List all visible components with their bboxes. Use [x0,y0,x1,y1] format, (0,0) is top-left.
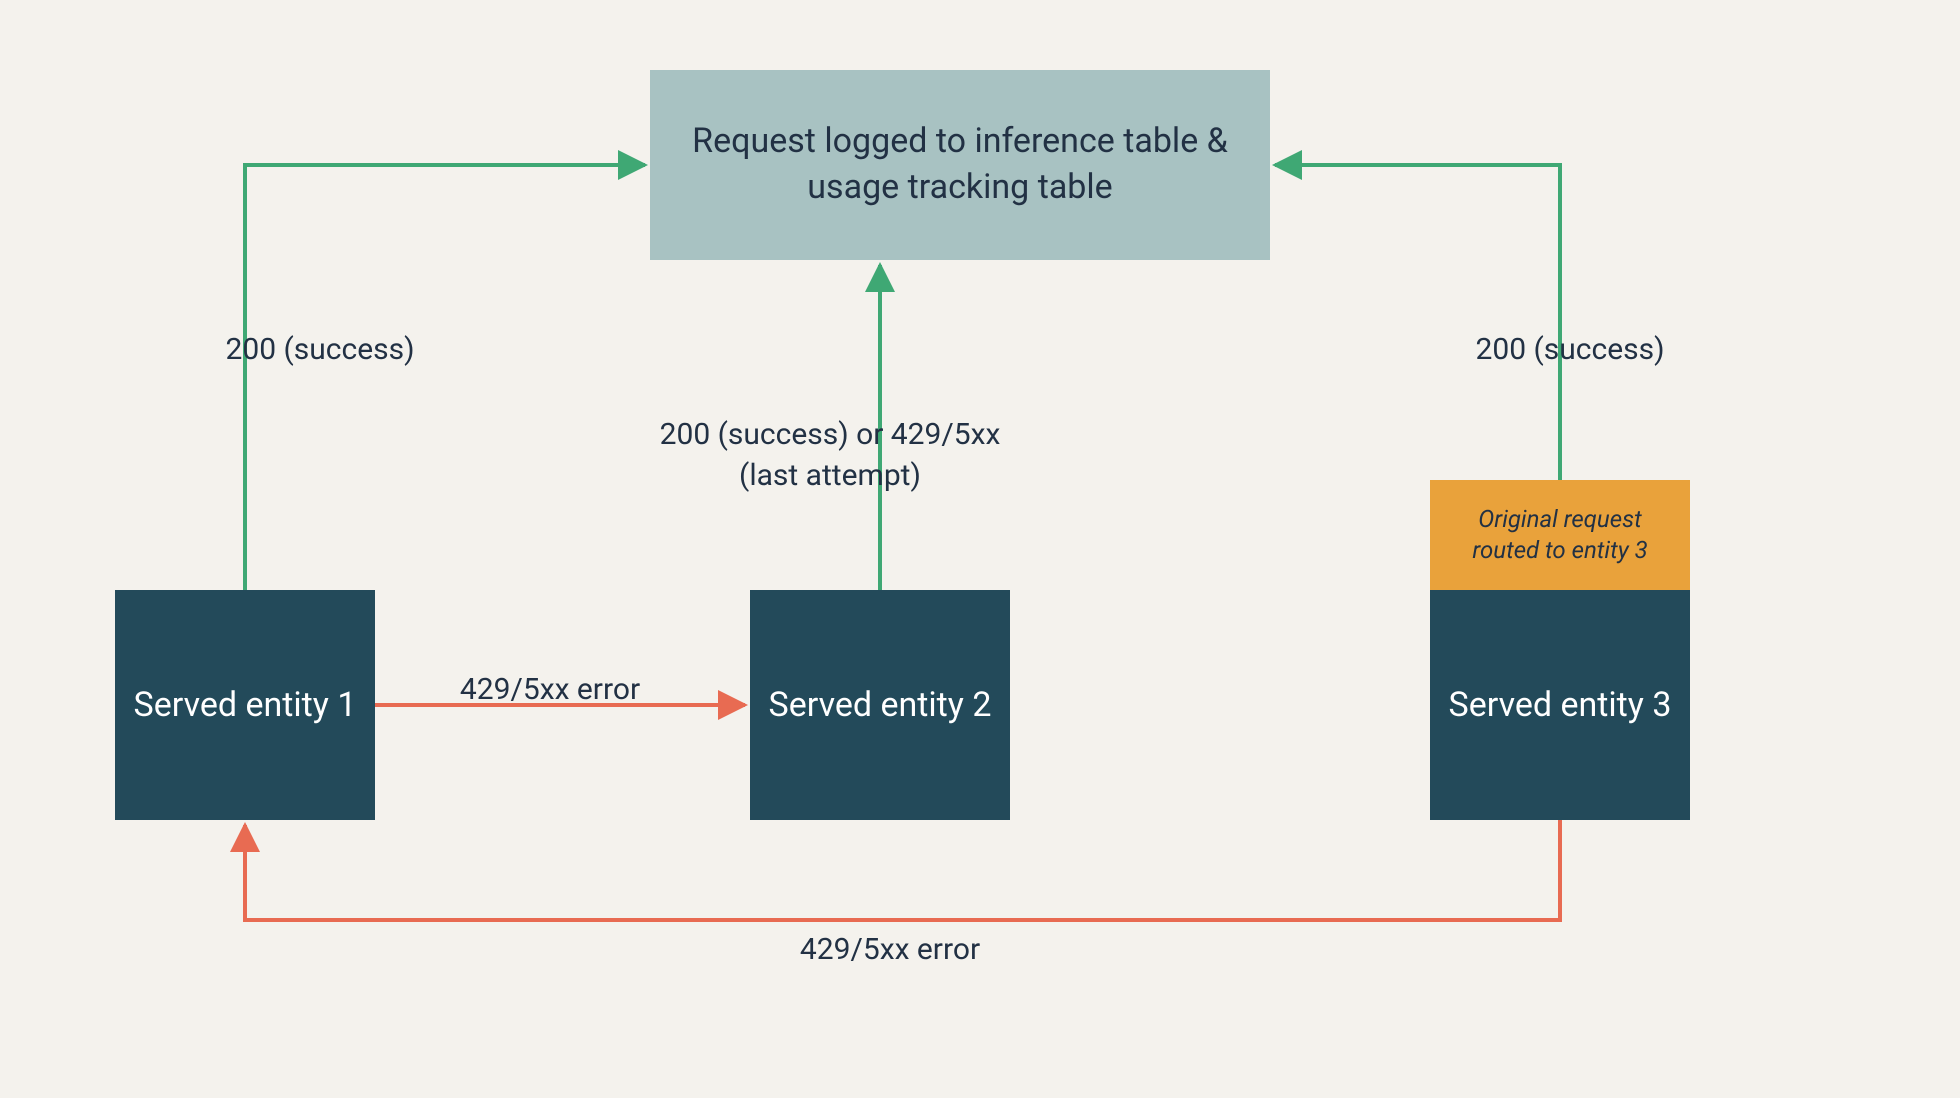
served-entity-3-origin-note: Original request routed to entity 3 [1430,480,1690,590]
served-entity-1: Served entity 1 [115,590,375,820]
edge-label-e3-success: 200 (success) [1460,330,1680,371]
edge-label-e1-success: 200 (success) [210,330,430,371]
served-entity-3-origin-note-label: Original request routed to entity 3 [1450,504,1670,566]
diagram-stage: Request logged to inference table & usag… [0,0,1960,1098]
edge-label-e3-to-e1-error: 429/5xx error [760,930,1020,971]
arrow-e1-to-top [245,165,645,590]
log-box: Request logged to inference table & usag… [650,70,1270,260]
arrow-e3-to-top [1275,165,1560,480]
edge-label-e1-to-e2-error: 429/5xx error [420,670,680,711]
log-box-label: Request logged to inference table & usag… [690,119,1230,211]
served-entity-3: Served entity 3 [1430,590,1690,820]
served-entity-2-label: Served entity 2 [769,683,992,727]
served-entity-3-label: Served entity 3 [1449,683,1672,727]
served-entity-1-label: Served entity 1 [134,683,357,727]
served-entity-2: Served entity 2 [750,590,1010,820]
arrow-e3-to-e1-error [245,820,1560,920]
edge-label-e2-success-or-last: 200 (success) or 429/5xx (last attempt) [630,415,1030,496]
